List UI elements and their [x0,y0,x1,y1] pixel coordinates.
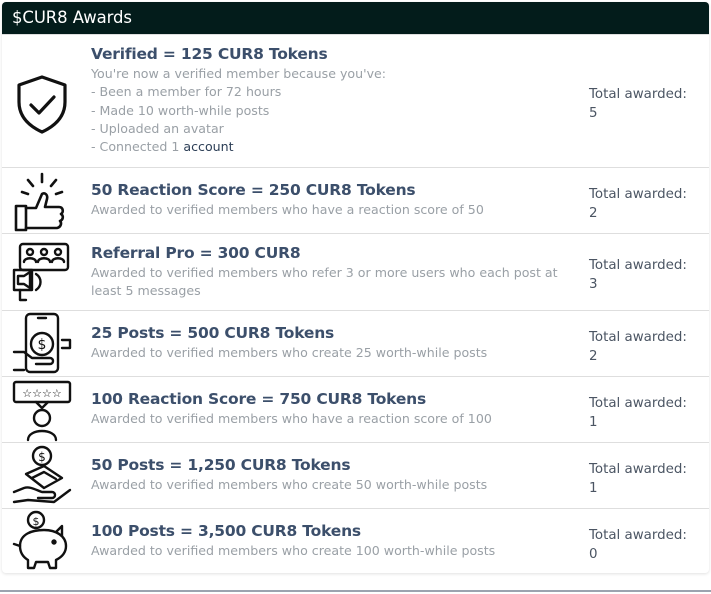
total-count: 5 [589,106,598,121]
desc-item: - Uploaded an avatar [91,120,224,136]
total-count: 1 [589,415,598,430]
desc-item: - Connected 1 account [91,138,576,156]
award-description: You're now a verified member because you… [91,65,576,156]
award-content: 50 Posts = 1,250 CUR8 Tokens Awarded to … [91,455,576,494]
svg-text:☆☆☆☆: ☆☆☆☆ [22,387,62,400]
total-label: Total awarded: [589,528,687,543]
total-awarded: Total awarded: 1 [589,460,707,498]
total-label: Total awarded: [589,187,687,202]
total-count: 1 [589,481,598,496]
piggy-bank-icon: $ [10,510,74,573]
total-awarded: Total awarded: 3 [589,256,707,294]
total-label: Total awarded: [589,462,687,477]
award-description: Awarded to verified members who have a r… [91,411,492,426]
total-label: Total awarded: [589,330,687,345]
total-awarded: Total awarded: 0 [589,526,707,564]
total-awarded: Total awarded: 1 [589,394,707,432]
desc-item: - Been a member for 72 hours [91,84,282,100]
award-row-50-posts: $ 50 Posts = 1,250 CUR8 Tokens Awarded t… [2,442,709,508]
total-awarded: Total awarded: 2 [589,185,707,223]
rating-person-icon: ☆☆☆☆ [10,378,74,442]
total-label: Total awarded: [589,396,687,411]
phone-dollar-icon: $ [10,312,74,376]
award-content: Verified = 125 CUR8 Tokens You're now a … [91,44,576,156]
award-content: 50 Reaction Score = 250 CUR8 Tokens Awar… [91,180,576,219]
award-row-reaction-100: ☆☆☆☆ 100 Reaction Score = 750 CUR8 Token… [2,376,709,442]
award-title: 100 Posts = 3,500 CUR8 Tokens [91,522,361,540]
panel-header: $CUR8 Awards [2,2,709,34]
award-title: 50 Reaction Score = 250 CUR8 Tokens [91,181,416,199]
svg-text:$: $ [38,337,47,353]
award-content: 25 Posts = 500 CUR8 Tokens Awarded to ve… [91,323,576,362]
award-title: 100 Reaction Score = 750 CUR8 Tokens [91,390,427,408]
award-description: Awarded to verified members who create 5… [91,477,488,492]
total-label: Total awarded: [589,87,687,102]
total-awarded: Total awarded: 2 [589,328,707,366]
thumbs-up-icon [10,170,74,234]
award-description: Awarded to verified members who create 2… [91,345,488,360]
award-description: Awarded to verified members who refer 3 … [91,265,558,299]
award-content: 100 Posts = 3,500 CUR8 Tokens Awarded to… [91,521,576,560]
total-count: 2 [589,206,598,221]
award-title: 25 Posts = 500 CUR8 Tokens [91,324,335,342]
award-title: Referral Pro = 300 CUR8 [91,244,301,262]
total-awarded: Total awarded: 5 [589,85,707,123]
account-link[interactable]: account [183,139,233,154]
panel-title: $CUR8 Awards [12,8,132,27]
award-row-25-posts: $ 25 Posts = 500 CUR8 Tokens Awarded to … [2,310,709,376]
desc-item: - Made 10 worth-while posts [91,102,270,118]
award-content: 100 Reaction Score = 750 CUR8 Tokens Awa… [91,389,576,428]
svg-text:$: $ [33,515,40,528]
shield-check-icon [10,72,74,136]
award-row-verified: Verified = 125 CUR8 Tokens You're now a … [2,34,709,167]
total-count: 0 [589,547,598,562]
total-count: 3 [589,277,598,292]
award-title: Verified = 125 CUR8 Tokens [91,45,328,63]
total-label: Total awarded: [589,258,687,273]
hand-money-icon: $ [10,444,74,508]
awards-panel: $CUR8 Awards Verified = 125 CUR8 Tokens … [2,2,709,573]
award-content: Referral Pro = 300 CUR8 Awarded to verif… [91,243,576,301]
award-description: Awarded to verified members who create 1… [91,543,496,558]
svg-text:$: $ [38,450,46,464]
award-title: 50 Posts = 1,250 CUR8 Tokens [91,456,351,474]
divider [0,590,711,592]
award-row-referral-pro: Referral Pro = 300 CUR8 Awarded to verif… [2,233,709,310]
award-row-100-posts: $ 100 Posts = 3,500 CUR8 Tokens Awarded … [2,508,709,573]
total-count: 2 [589,349,598,364]
award-row-reaction-50: 50 Reaction Score = 250 CUR8 Tokens Awar… [2,167,709,233]
desc-item-text: - Connected 1 [91,139,184,155]
referral-megaphone-icon [10,240,74,304]
award-description: Awarded to verified members who have a r… [91,202,484,217]
desc-intro: You're now a verified member because you… [91,66,387,81]
